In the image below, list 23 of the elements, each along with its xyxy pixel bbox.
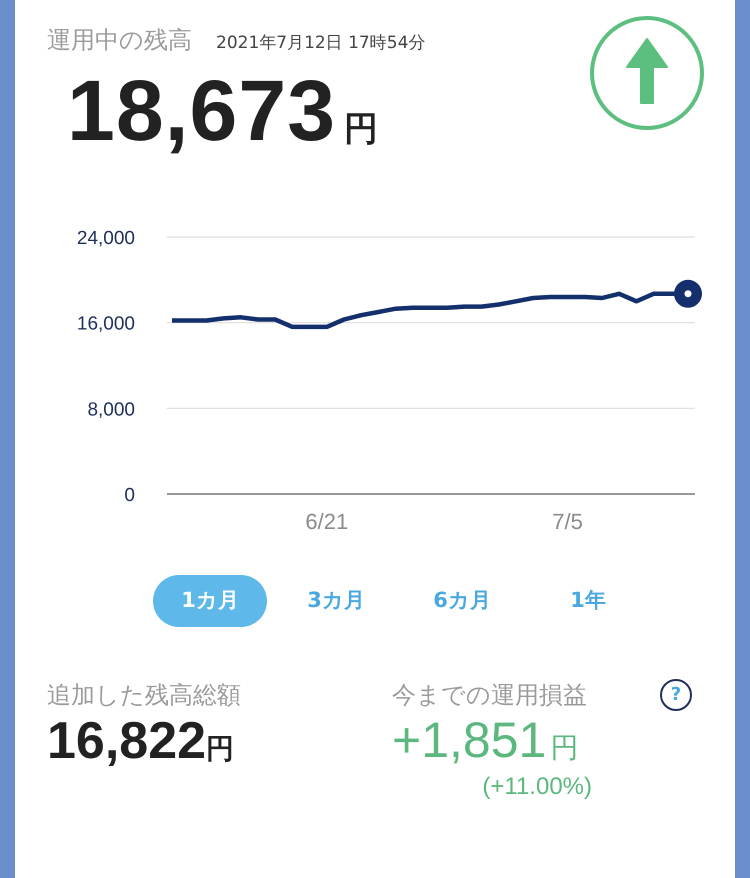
balance-amount: 18,673 [67,68,336,154]
y-axis-label: 0 [124,485,135,506]
y-axis-label: 16,000 [76,314,135,335]
period-tab[interactable]: 3カ月 [279,575,393,627]
x-axis-label: 7/5 [552,509,583,534]
balance-label: 運用中の残高 [47,25,192,56]
currency-unit: 円 [550,730,578,766]
currency-unit: 円 [206,731,234,767]
period-tab[interactable]: 6カ月 [405,575,519,627]
deposited-amount: 16,822 [47,715,206,767]
profit-percent: (+11.00%) [482,773,592,800]
timestamp: 2021年7月12日 17時54分 [216,32,426,55]
y-axis-label: 24,000 [76,228,135,249]
period-tab[interactable]: 1カ月 [153,575,267,627]
profit-label: 今までの運用損益 [392,680,587,711]
currency-unit: 円 [344,108,378,151]
y-axis-label: 8,000 [87,399,135,420]
deposited-label: 追加した残高総額 [47,680,242,711]
period-tab[interactable]: 1年 [531,575,645,627]
profit-amount: +1,851 [392,715,546,765]
help-icon[interactable]: ? [660,679,692,711]
latest-point-marker [674,280,702,308]
x-axis-label: 6/21 [305,509,348,534]
